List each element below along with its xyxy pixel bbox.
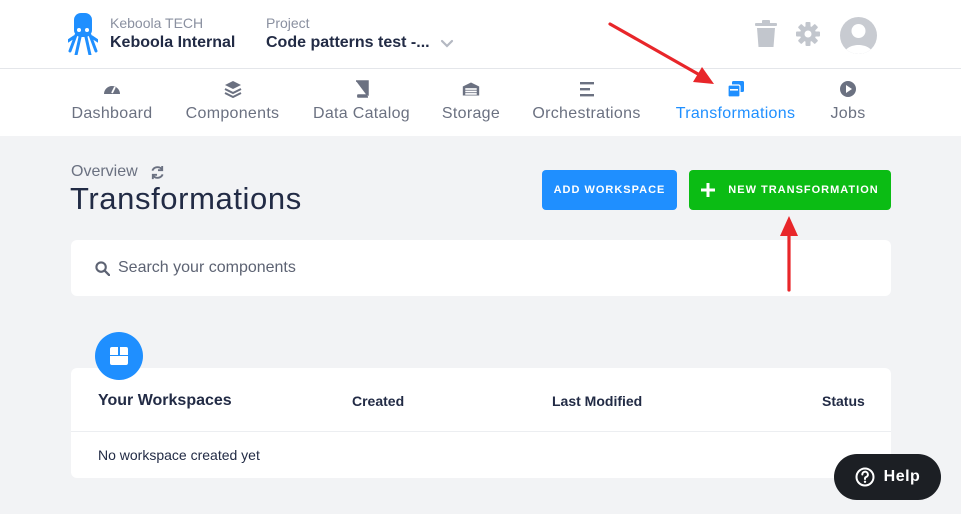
search-input[interactable]: [118, 259, 818, 277]
bars-icon: [579, 82, 594, 97]
trash-icon[interactable]: [753, 20, 779, 48]
add-workspace-button[interactable]: ADD WORKSPACE: [542, 170, 677, 210]
workspaces-table: Your Workspaces Created Last Modified St…: [71, 368, 891, 478]
column-status[interactable]: Status: [822, 393, 865, 409]
workspaces-title: Your Workspaces: [98, 392, 232, 409]
page-title: Transformations: [70, 181, 302, 216]
nav-item-orchestrations[interactable]: Orchestrations: [529, 69, 644, 136]
layers-icon: [224, 81, 241, 98]
search-bar: [71, 240, 891, 296]
project-name: Code patterns test -...: [266, 34, 430, 51]
project-switcher[interactable]: Project Code patterns test -...: [266, 15, 454, 54]
project-label: Project: [266, 15, 310, 31]
nav-label-data-catalog: Data Catalog: [313, 105, 410, 122]
column-last-modified[interactable]: Last Modified: [552, 393, 642, 409]
gear-icon[interactable]: [795, 20, 821, 48]
annotation-arrowhead-button: [780, 216, 798, 236]
organization-label: Keboola TECH: [110, 15, 204, 31]
search-icon: [95, 260, 110, 276]
workspaces-empty-message: No workspace created yet: [98, 447, 260, 463]
play-circle-icon: [840, 81, 856, 97]
nav-label-components: Components: [185, 105, 280, 122]
box-icon: [110, 347, 128, 365]
breadcrumb: Overview: [71, 163, 165, 181]
nav-item-jobs[interactable]: Jobs: [828, 69, 868, 136]
workspaces-table-header: Your Workspaces Created Last Modified St…: [71, 368, 891, 432]
refresh-icon[interactable]: [150, 165, 165, 180]
nav-label-orchestrations: Orchestrations: [532, 105, 641, 122]
user-icon: [844, 24, 873, 54]
warehouse-icon: [462, 82, 480, 96]
help-label: Help: [883, 468, 921, 485]
nav-item-storage[interactable]: Storage: [440, 69, 502, 136]
nav-item-transformations[interactable]: Transformations: [671, 69, 800, 136]
question-circle-icon: [855, 467, 875, 487]
chevron-down-icon[interactable]: [440, 36, 454, 50]
organization-switcher[interactable]: Keboola TECH Keboola Internal: [110, 15, 235, 54]
nav-label-transformations: Transformations: [675, 105, 796, 122]
user-avatar[interactable]: [840, 17, 877, 54]
nav-item-data-catalog[interactable]: Data Catalog: [311, 69, 412, 136]
help-button[interactable]: Help: [834, 454, 941, 500]
window-icon: [726, 81, 744, 98]
book-icon: [355, 80, 369, 98]
new-transformation-button[interactable]: NEW TRANSFORMATION: [689, 170, 891, 210]
new-transformation-label: NEW TRANSFORMATION: [728, 184, 879, 196]
organization-name: Keboola Internal: [110, 34, 236, 51]
workspace-badge: [95, 332, 143, 380]
top-bar: Keboola TECH Keboola Internal Project Co…: [0, 0, 961, 69]
keboola-logo-icon[interactable]: [68, 13, 98, 55]
breadcrumb-overview[interactable]: Overview: [71, 163, 138, 181]
plus-icon: [701, 183, 716, 197]
nav-item-components[interactable]: Components: [183, 69, 282, 136]
main-navigation: Dashboard Components Data Catalog Storag…: [0, 69, 961, 136]
nav-label-storage: Storage: [441, 105, 501, 122]
nav-item-dashboard[interactable]: Dashboard: [70, 69, 154, 136]
nav-label-dashboard: Dashboard: [71, 105, 153, 122]
nav-label-jobs: Jobs: [830, 105, 866, 122]
column-created[interactable]: Created: [352, 393, 404, 409]
dashboard-icon: [104, 86, 120, 94]
